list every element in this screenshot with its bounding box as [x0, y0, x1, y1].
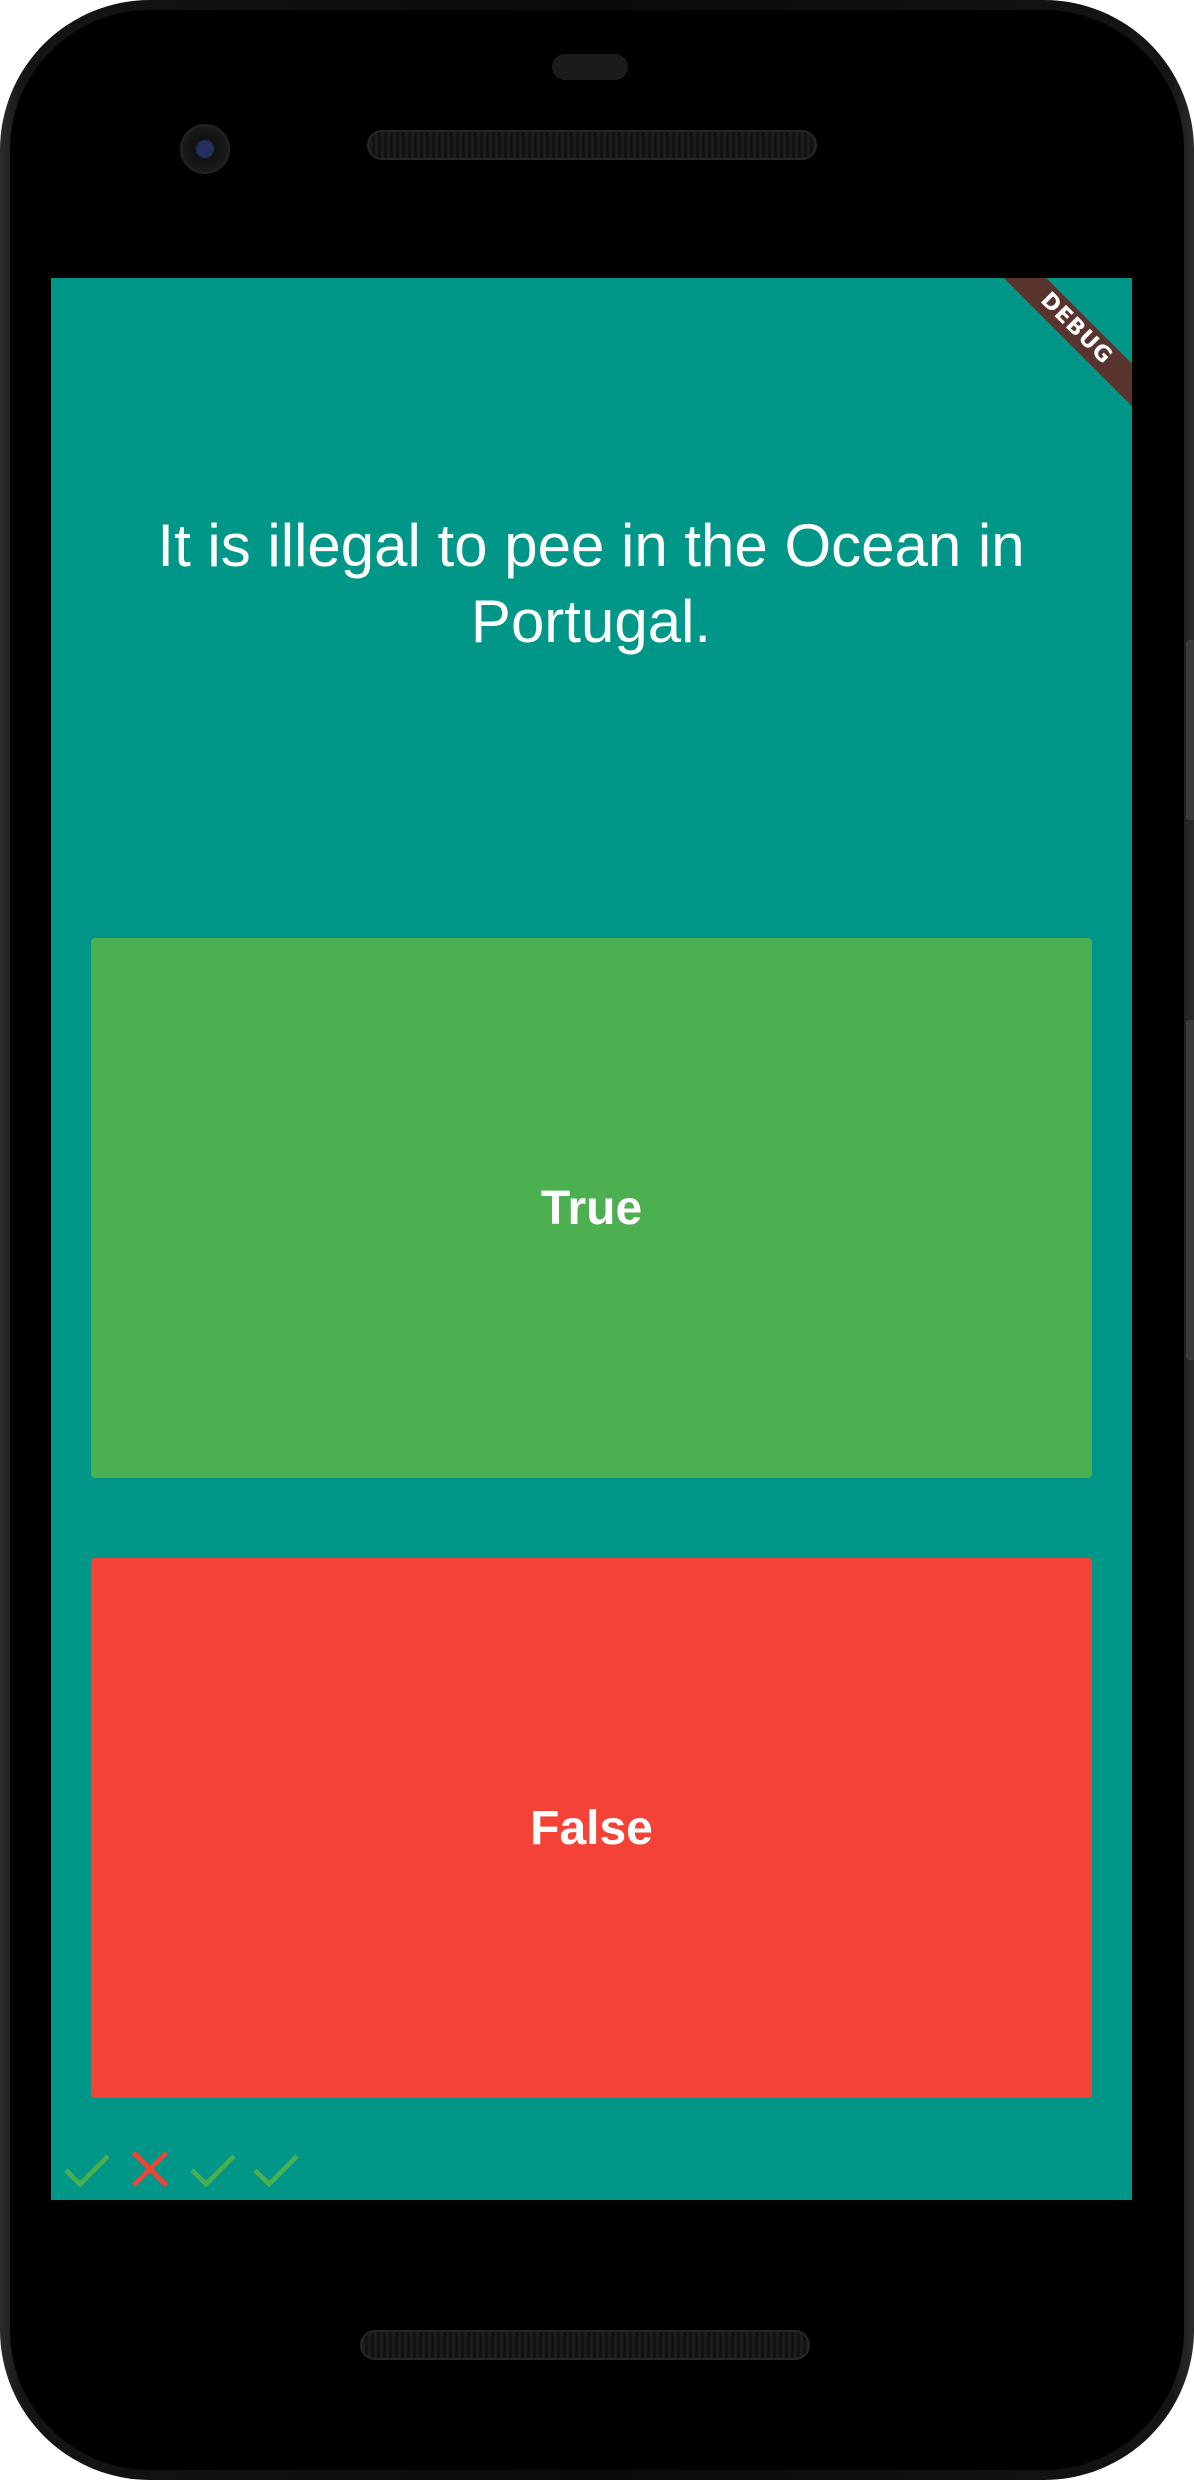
app-screen: DEBUG It is illegal to pee in the Ocean …: [51, 278, 1132, 2200]
sensor-notch: [552, 54, 628, 80]
close-icon: [132, 2151, 168, 2187]
debug-banner: DEBUG: [994, 278, 1132, 411]
question-text: It is illegal to pee in the Ocean in Por…: [157, 512, 1025, 655]
earpiece-speaker: [367, 130, 817, 160]
bottom-speaker: [360, 2330, 810, 2360]
volume-button: [1186, 1020, 1194, 1360]
power-button: [1186, 640, 1194, 820]
true-button[interactable]: True: [91, 938, 1092, 1478]
false-button-label: False: [530, 1801, 653, 1855]
phone-frame: DEBUG It is illegal to pee in the Ocean …: [0, 0, 1194, 2480]
check-icon: [253, 2154, 299, 2188]
check-icon: [190, 2154, 236, 2188]
false-button[interactable]: False: [91, 1558, 1092, 2098]
score-keeper: [59, 2144, 311, 2194]
true-button-label: True: [540, 1181, 643, 1235]
camera-icon: [180, 124, 230, 174]
check-icon: [64, 2154, 110, 2188]
